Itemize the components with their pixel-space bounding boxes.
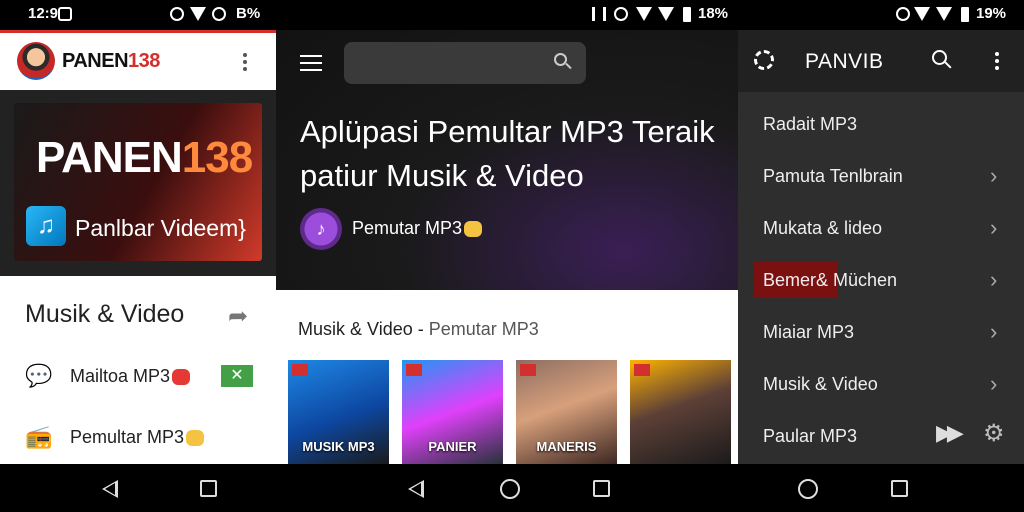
app-title: PANVIB bbox=[805, 50, 884, 73]
navigation-bar bbox=[0, 464, 1024, 512]
album-card[interactable]: MUSIK MP3 bbox=[288, 360, 389, 464]
menu-item[interactable]: Bemer& Müchen › bbox=[738, 254, 1024, 306]
emoji-icon bbox=[172, 369, 191, 386]
close-badge-icon[interactable]: ✕ bbox=[221, 365, 253, 387]
radio-icon: 📻 bbox=[25, 424, 53, 449]
search-icon[interactable] bbox=[554, 53, 572, 71]
wifi-icon bbox=[636, 7, 652, 21]
section-title: Musik & Video bbox=[25, 300, 185, 328]
menu-item[interactable]: Miaiar MP3 › bbox=[738, 306, 1024, 358]
settings-icon[interactable] bbox=[754, 50, 774, 70]
recents-button[interactable] bbox=[891, 480, 908, 497]
back-button[interactable] bbox=[408, 480, 424, 498]
battery-percent: B% bbox=[236, 5, 261, 22]
signal-icon bbox=[936, 7, 952, 21]
menu-item[interactable]: Paular MP3 bbox=[738, 410, 1024, 462]
chevron-right-icon: › bbox=[990, 371, 998, 396]
alarm-icon bbox=[896, 7, 910, 21]
list-item-label: Mailtoa MP3 bbox=[70, 366, 171, 386]
chat-bubble-icon: 💬 bbox=[25, 363, 53, 388]
battery-percent: 18% bbox=[698, 5, 729, 22]
recents-button[interactable] bbox=[200, 480, 217, 497]
more-options-icon[interactable] bbox=[995, 52, 999, 73]
app-screen-middle: Aplüpasi Pemultar MP3 Teraik patiur Musi… bbox=[276, 30, 738, 464]
wifi-icon bbox=[914, 7, 930, 21]
music-note-icon: ♫ bbox=[26, 206, 66, 246]
app-bar: PANVIB bbox=[738, 30, 1024, 92]
app-bar: PANEN138 bbox=[0, 30, 276, 90]
chevron-right-icon: › bbox=[990, 319, 998, 344]
promo-card[interactable]: PANEN138 ♫ Panlbar Videem} bbox=[14, 103, 262, 261]
album-section: Musik & Video - Pemutar MP3 MUSIK MP3 PA… bbox=[276, 290, 738, 464]
emoji-icon bbox=[464, 221, 483, 238]
emoji-icon bbox=[186, 430, 205, 447]
search-icon[interactable] bbox=[932, 50, 952, 70]
recents-button[interactable] bbox=[593, 480, 610, 497]
menu-item[interactable]: Musik & Video › bbox=[738, 358, 1024, 410]
battery-icon bbox=[961, 7, 969, 22]
hero-banner: PANEN138 ♫ Panlbar Videem} bbox=[0, 90, 276, 276]
alarm-icon bbox=[614, 7, 628, 21]
menu-item[interactable]: Pamuta Tenlbrain › bbox=[738, 150, 1024, 202]
app-name: Pemutar MP3 bbox=[352, 218, 483, 239]
more-options-icon[interactable] bbox=[243, 53, 247, 71]
chevron-right-icon: › bbox=[990, 163, 998, 188]
data-saver-icon bbox=[170, 7, 184, 21]
avatar[interactable] bbox=[17, 42, 55, 80]
chevron-right-icon: › bbox=[990, 215, 998, 240]
battery-icon bbox=[683, 7, 691, 22]
list-item-label: Pemultar MP3 bbox=[70, 427, 185, 447]
app-logo-icon[interactable]: ♪ bbox=[300, 208, 342, 250]
promo-logo: PANEN138 bbox=[36, 133, 253, 182]
search-input[interactable] bbox=[344, 42, 586, 84]
alarm-icon bbox=[212, 7, 226, 21]
signal-icon bbox=[658, 7, 674, 21]
back-button[interactable] bbox=[102, 480, 118, 498]
album-card[interactable]: MANERIS bbox=[516, 360, 617, 464]
headline: Aplüpasi Pemultar MP3 Teraik patiur Musi… bbox=[300, 114, 715, 193]
wifi-icon bbox=[190, 7, 206, 21]
battery-percent: 19% bbox=[976, 5, 1007, 22]
menu-item[interactable]: Radait MP3 bbox=[738, 98, 1024, 150]
section-title: Musik & Video - Pemutar MP3 bbox=[298, 319, 539, 339]
share-arrow-icon[interactable]: ➦ bbox=[228, 302, 248, 331]
app-screen-left: PANEN138 PANEN138 ♫ Panlbar Videem} Musi… bbox=[0, 30, 276, 464]
home-button[interactable] bbox=[500, 479, 520, 499]
hamburger-menu-icon[interactable] bbox=[300, 55, 322, 71]
hero-section: Aplüpasi Pemultar MP3 Teraik patiur Musi… bbox=[276, 30, 738, 290]
promo-subtitle: Panlbar Videem} bbox=[75, 215, 246, 241]
vibrate-icon bbox=[592, 7, 606, 21]
album-card[interactable]: PANIER bbox=[402, 360, 503, 464]
notification-icon bbox=[58, 7, 72, 21]
album-card[interactable] bbox=[630, 360, 731, 464]
status-bar: 12:9 B% 18% 19% bbox=[0, 0, 1024, 30]
menu-item[interactable]: Mukata & lideo › bbox=[738, 202, 1024, 254]
brand-title: PANEN138 bbox=[62, 50, 160, 72]
gear-icon[interactable]: ⚙ bbox=[983, 419, 1005, 448]
status-time: 12:9 bbox=[28, 5, 59, 22]
chevron-right-icon: › bbox=[990, 267, 998, 292]
home-button[interactable] bbox=[798, 479, 818, 499]
app-screen-right: PANVIB Radait MP3 Pamuta Tenlbrain › Muka… bbox=[738, 30, 1024, 464]
fast-forward-icon[interactable]: ▶▶ bbox=[936, 420, 964, 446]
